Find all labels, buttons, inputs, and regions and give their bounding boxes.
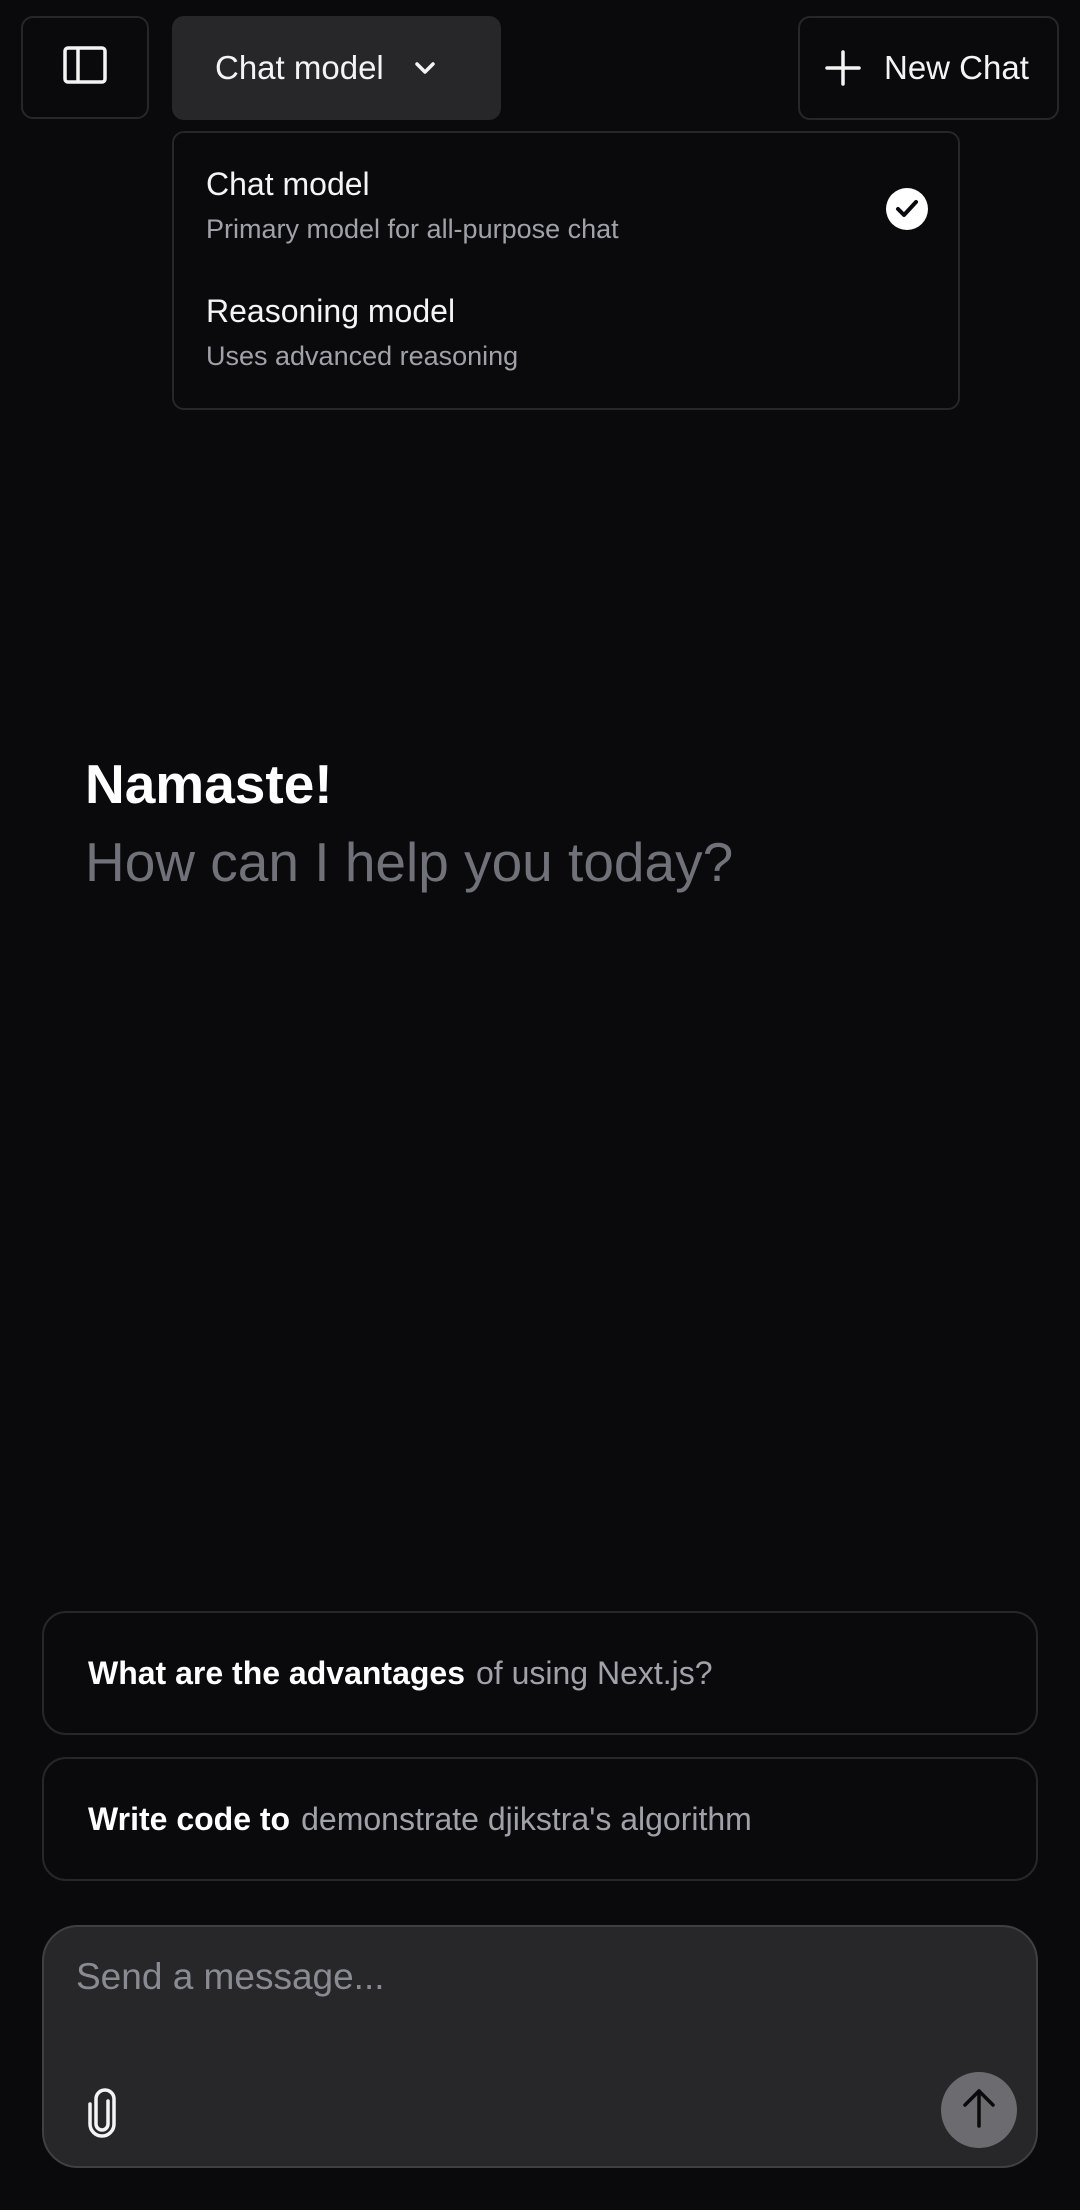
model-option-subtitle: Primary model for all-purpose chat bbox=[206, 214, 619, 244]
suggestion-button[interactable]: What are the advantages of using Next.js… bbox=[42, 1611, 1038, 1735]
send-button[interactable] bbox=[941, 2072, 1017, 2148]
greeting: Namaste! How can I help you today? bbox=[85, 757, 733, 890]
arrow-up-icon bbox=[959, 2086, 999, 2135]
suggestion-rest-text: demonstrate djikstra's algorithm bbox=[301, 1800, 752, 1837]
paperclip-icon[interactable] bbox=[82, 2085, 122, 2141]
suggestion-strong-text: What are the advantages bbox=[88, 1654, 465, 1691]
model-option-subtitle: Uses advanced reasoning bbox=[206, 341, 519, 371]
chevron-down-icon bbox=[414, 61, 436, 75]
model-selector-label: Chat model bbox=[215, 49, 384, 86]
suggestion-button[interactable]: Write code to demonstrate djikstra's alg… bbox=[42, 1757, 1038, 1881]
chat-page: Chat model New Chat Chat model Primary m… bbox=[0, 0, 1080, 2210]
check-circle-icon bbox=[886, 188, 928, 230]
new-chat-button[interactable]: New Chat bbox=[798, 16, 1059, 120]
message-composer bbox=[42, 1925, 1038, 2168]
model-dropdown-menu: Chat model Primary model for all-purpose… bbox=[172, 131, 960, 410]
suggestion-strong-text: Write code to bbox=[88, 1800, 291, 1837]
model-option-chat[interactable]: Chat model Primary model for all-purpose… bbox=[206, 168, 619, 243]
new-chat-label: New Chat bbox=[884, 49, 1029, 86]
greeting-subtitle: How can I help you today? bbox=[85, 831, 734, 893]
message-input[interactable] bbox=[74, 1951, 978, 2003]
sidebar-panel-icon bbox=[63, 46, 107, 89]
plus-icon bbox=[824, 49, 862, 87]
greeting-title: Namaste! bbox=[85, 753, 333, 815]
sidebar-toggle-button[interactable] bbox=[21, 16, 149, 119]
model-option-title: Chat model bbox=[206, 166, 370, 202]
suggestion-rest-text: of using Next.js? bbox=[476, 1654, 713, 1691]
model-selector-button[interactable]: Chat model bbox=[172, 16, 501, 120]
model-option-reasoning[interactable]: Reasoning model Uses advanced reasoning bbox=[206, 295, 518, 370]
model-option-title: Reasoning model bbox=[206, 293, 456, 329]
